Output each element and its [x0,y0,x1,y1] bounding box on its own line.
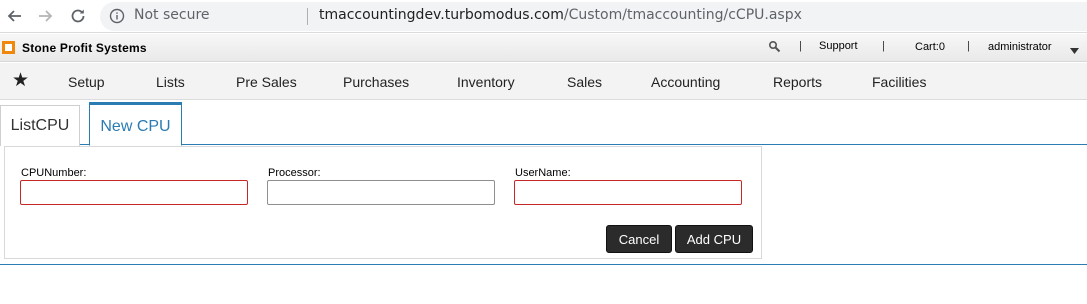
chevron-down-icon[interactable] [1070,45,1079,57]
forward-arrow-icon[interactable] [36,6,56,26]
nav-item-facilities[interactable]: Facilities [872,74,926,90]
nav-item-inventory[interactable]: Inventory [457,74,515,90]
new-cpu-form: CPUNumber: Processor: UserName: Cancel A… [4,146,762,259]
processor-label: Processor: [268,167,321,179]
address-bar[interactable]: Not secure tmaccountingdev.turbomodus.co… [100,2,1087,31]
cart-link[interactable]: Cart:0 [915,41,945,53]
nav-item-reports[interactable]: Reports [773,74,822,90]
url-host: tmaccountingdev.turbomodus.com [319,7,564,23]
security-label: Not secure [134,7,210,23]
brand-name: Stone Profit Systems [22,41,147,55]
back-arrow-icon[interactable] [4,6,24,26]
info-icon[interactable] [109,8,125,24]
nav-item-purchases[interactable]: Purchases [343,74,409,90]
cancel-button[interactable]: Cancel [606,225,672,253]
nav-item-pre-sales[interactable]: Pre Sales [236,74,297,90]
add-cpu-button[interactable]: Add CPU [675,225,753,253]
browser-toolbar: Not secure tmaccountingdev.turbomodus.co… [0,0,1087,33]
header-separator: | [967,40,970,52]
tab-list-cpu[interactable]: ListCPU [0,105,80,146]
username-label: UserName: [515,167,571,179]
app-header: Stone Profit Systems | Support | Cart:0 … [0,34,1087,62]
favorites-star-icon[interactable]: ★ [12,71,29,90]
main-nav: ★ Setup Lists Pre Sales Purchases Invent… [0,63,1087,100]
cpu-number-input[interactable] [20,180,248,205]
logo-icon [2,41,15,54]
support-link[interactable]: Support [819,40,858,52]
address-separator [307,8,308,25]
header-separator: | [799,40,802,52]
header-separator: | [882,40,885,52]
username-input[interactable] [514,180,742,205]
user-menu[interactable]: administrator [988,41,1052,53]
url-path: /Custom/tmaccounting/cCPU.aspx [563,7,802,23]
nav-item-setup[interactable]: Setup [68,74,105,90]
nav-item-sales[interactable]: Sales [567,74,602,90]
nav-item-lists[interactable]: Lists [156,74,185,90]
url-text: tmaccountingdev.turbomodus.com/Custom/tm… [319,7,802,23]
nav-item-accounting[interactable]: Accounting [651,74,720,90]
section-divider [0,264,1087,265]
tab-bar: ListCPU New CPU [0,101,1087,146]
processor-input[interactable] [267,180,495,205]
tab-new-cpu[interactable]: New CPU [89,102,182,146]
reload-icon[interactable] [68,6,88,26]
search-icon[interactable] [768,40,782,57]
cpu-number-label: CPUNumber: [21,167,87,179]
